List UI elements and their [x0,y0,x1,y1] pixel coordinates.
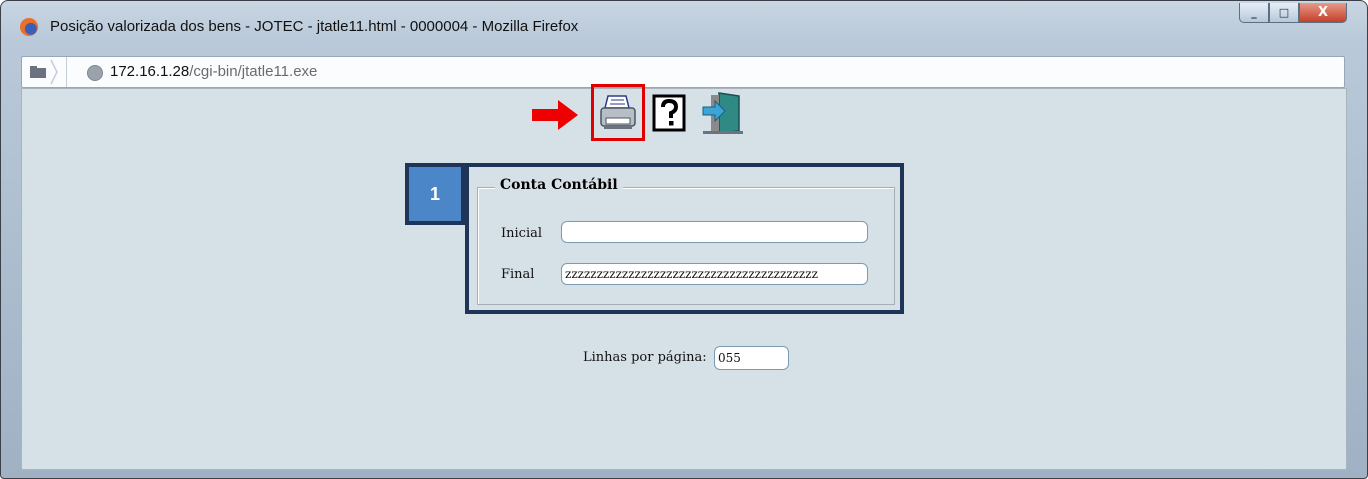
exit-button[interactable] [701,91,747,135]
browser-window: Posição valorizada dos bens - JOTEC - jt… [0,0,1368,479]
lines-per-page-label: Linhas por página: [583,350,707,365]
close-button[interactable]: X [1299,3,1347,23]
site-identity-button[interactable] [22,57,67,87]
printer-icon [600,94,636,129]
url-path: /cgi-bin/jtatle11.exe [189,63,318,80]
lines-per-page-input[interactable] [714,346,789,370]
final-label: Final [501,267,535,282]
fieldset-legend: Conta Contábil [495,177,623,193]
address-bar[interactable]: 172.16.1.28/cgi-bin/jtatle11.exe [21,56,1345,88]
url-text[interactable]: 172.16.1.28/cgi-bin/jtatle11.exe [110,63,317,80]
step-callout-badge: 1 [405,163,465,225]
minimize-button[interactable]: _ [1239,3,1269,23]
inicial-label: Inicial [501,226,543,241]
conta-contabil-fieldset [477,187,895,305]
inicial-input[interactable] [561,221,868,243]
print-button[interactable] [591,84,645,141]
final-input[interactable] [561,263,868,285]
globe-icon [87,65,103,81]
url-host: 172.16.1.28 [110,63,190,80]
arrow-right-icon [532,100,578,130]
help-button[interactable] [651,93,687,133]
window-title: Posição valorizada dos bens - JOTEC - jt… [50,18,579,35]
firefox-icon [20,18,38,36]
title-bar: Posição valorizada dos bens - JOTEC - jt… [1,1,1367,47]
folder-icon [30,66,46,78]
window-controls: _ □ X [1239,3,1347,23]
chevron-right-icon [50,59,58,85]
maximize-button[interactable]: □ [1269,3,1299,23]
